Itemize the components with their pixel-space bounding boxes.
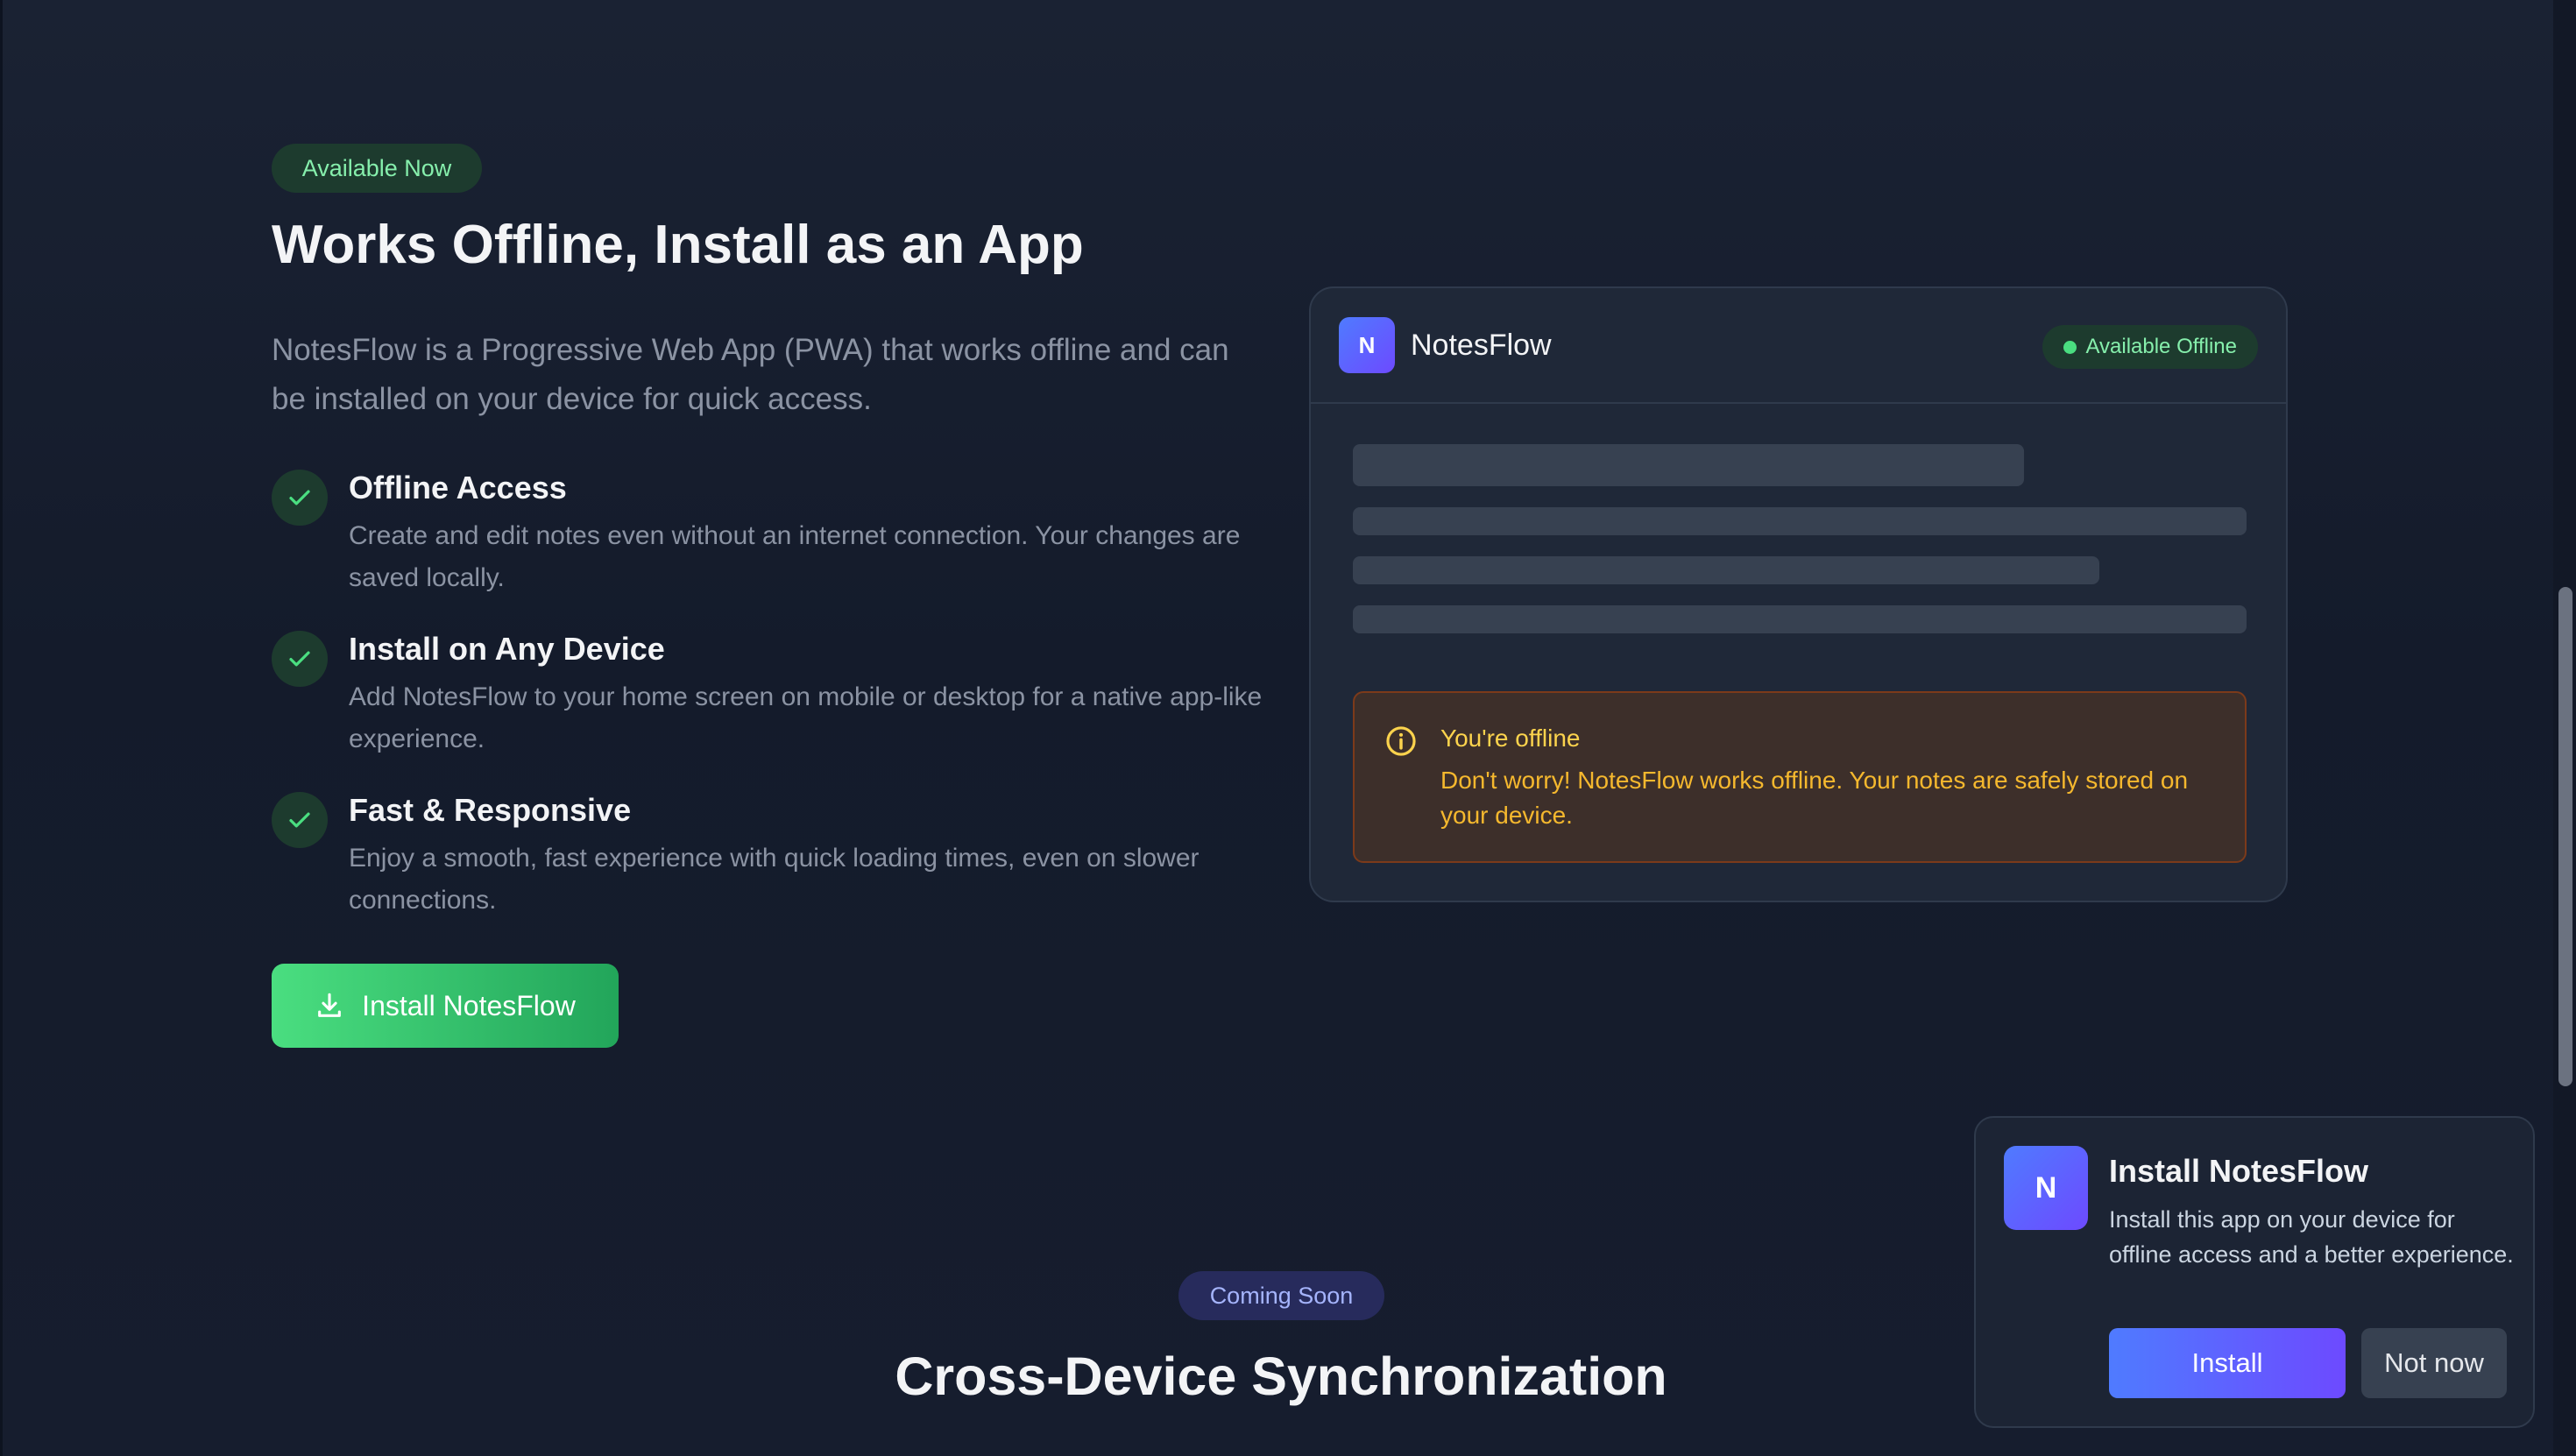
app-logo: N: [2004, 1146, 2088, 1230]
install-button[interactable]: Install: [2109, 1328, 2346, 1398]
install-button-label: Install NotesFlow: [362, 989, 576, 1021]
app-preview-card: N NotesFlow Available Offline You're off…: [1309, 286, 2288, 902]
check-icon: [272, 470, 328, 526]
status-badge-label: Available Offline: [2085, 335, 2237, 358]
feature-title: Fast & Responsive: [349, 792, 632, 828]
skeleton-line: [1353, 556, 2099, 584]
feature-description: Create and edit notes even without an in…: [349, 521, 1241, 592]
feature-title: Install on Any Device: [349, 631, 665, 667]
skeleton-line: [1353, 605, 2247, 633]
install-prompt-message: Install this app on your device for offl…: [2109, 1206, 2514, 1268]
scrollbar-thumb[interactable]: [2558, 587, 2572, 1086]
app-name: NotesFlow: [1411, 329, 1552, 362]
feature-title: Offline Access: [349, 470, 567, 505]
available-offline-badge: Available Offline: [2042, 325, 2258, 369]
window-edge: [0, 0, 3, 1456]
offline-alert: You're offline Don't worry! NotesFlow wo…: [1353, 691, 2247, 863]
coming-soon-badge: Coming Soon: [1178, 1271, 1384, 1320]
scrollbar[interactable]: [2553, 0, 2576, 1456]
install-notesflow-button[interactable]: Install NotesFlow: [272, 964, 619, 1048]
download-icon: [318, 993, 342, 1017]
install-prompt-toast: N Install NotesFlow Install this app on …: [1974, 1116, 2535, 1428]
available-now-badge: Available Now: [272, 144, 482, 193]
check-icon: [272, 792, 328, 848]
feature-description: Add NotesFlow to your home screen on mob…: [349, 682, 1263, 753]
alert-title: You're offline: [1440, 724, 1581, 752]
info-icon: [1386, 726, 1416, 756]
status-dot-icon: [2063, 340, 2077, 354]
alert-message: Don't worry! NotesFlow works offline. Yo…: [1440, 767, 2189, 829]
install-prompt-title: Install NotesFlow: [2109, 1153, 2369, 1189]
not-now-button[interactable]: Not now: [2361, 1328, 2507, 1398]
skeleton-line: [1353, 507, 2247, 535]
skeleton-title: [1353, 444, 2024, 486]
section-description: NotesFlow is a Progressive Web App (PWA)…: [272, 333, 1229, 416]
preview-header: N NotesFlow Available Offline: [1311, 288, 2286, 404]
feature-description: Enjoy a smooth, fast experience with qui…: [349, 844, 1200, 915]
app-logo: N: [1339, 317, 1395, 373]
check-icon: [272, 631, 328, 687]
section-title: Works Offline, Install as an App: [272, 215, 1084, 275]
